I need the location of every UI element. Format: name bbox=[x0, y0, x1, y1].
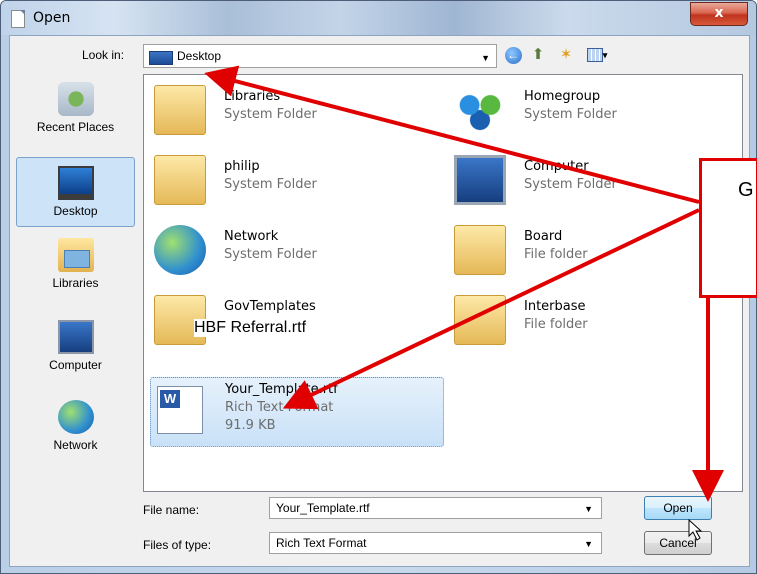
arrow-to-selected-file bbox=[282, 208, 700, 410]
arrow-to-look-in bbox=[204, 65, 700, 204]
mouse-cursor-icon bbox=[688, 518, 703, 541]
annotation-arrows bbox=[204, 65, 724, 541]
